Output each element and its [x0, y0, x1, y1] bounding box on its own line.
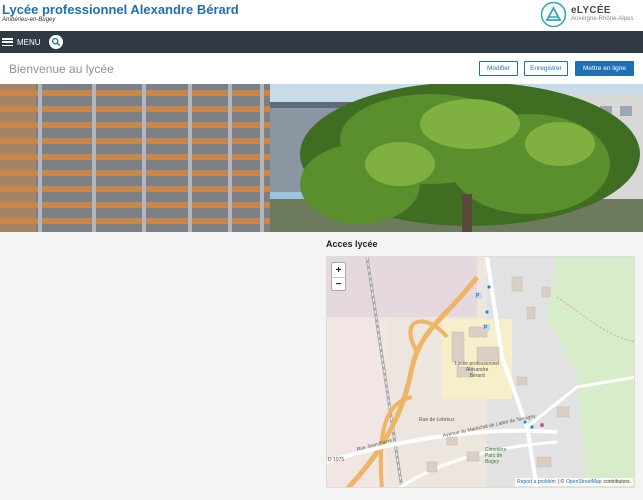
poi-label: Cimetière Parc de Bugey	[485, 447, 507, 465]
attribution-separator: | ©	[557, 479, 565, 485]
banner-image	[0, 84, 643, 232]
zoom-out-button[interactable]: −	[332, 277, 345, 291]
school-map-label: Lycée professionnel Alexandre Bérard	[455, 361, 500, 379]
brand-region: Auvergne-Rhône-Alpes	[571, 16, 634, 22]
street-label-lebreux: Rue de Lebreux	[419, 417, 455, 423]
osm-link[interactable]: OpenStreetMap	[566, 479, 601, 485]
report-problem-link[interactable]: Report a problem	[517, 479, 556, 485]
navbar: MENU	[0, 31, 643, 53]
save-button[interactable]: Enregistrer	[524, 61, 568, 76]
brand-name: eLYCÉE	[571, 5, 611, 16]
elycee-logo-icon	[540, 1, 567, 28]
elycee-brand[interactable]: eLYCÉE Auvergne-Rhône-Alpes	[540, 1, 643, 30]
road-label: D 1075	[328, 457, 345, 463]
school-access-map[interactable]: P P Lycée professionnel Alexandre Bérard…	[326, 256, 635, 488]
parking-label-2: P	[484, 325, 488, 331]
menu-button[interactable]: MENU	[2, 35, 41, 49]
parking-label-1: P	[476, 293, 480, 299]
search-icon	[51, 37, 60, 46]
hamburger-icon	[2, 38, 13, 46]
zoom-in-button[interactable]: +	[332, 263, 345, 277]
map-attribution: Report a problem | © OpenStreetMap contr…	[515, 478, 633, 486]
modify-button[interactable]: Modifier	[479, 61, 518, 76]
search-button[interactable]	[49, 35, 63, 49]
page-toolbar: Bienvenue au lycée Modifier Enregistrer …	[0, 53, 643, 84]
attribution-tail: contributors.	[603, 479, 631, 485]
page-title: Bienvenue au lycée	[9, 62, 114, 76]
map-title: Acces lycée	[326, 239, 378, 249]
map-zoom-control: + −	[331, 262, 346, 291]
site-subtitle: Ambérieu-en-Bugey	[2, 17, 56, 23]
publish-button[interactable]: Mettre en ligne	[575, 61, 634, 76]
site-title[interactable]: Lycée professionnel Alexandre Bérard	[2, 2, 239, 17]
menu-label: MENU	[17, 37, 41, 47]
site-header: Lycée professionnel Alexandre Bérard Amb…	[0, 0, 643, 31]
